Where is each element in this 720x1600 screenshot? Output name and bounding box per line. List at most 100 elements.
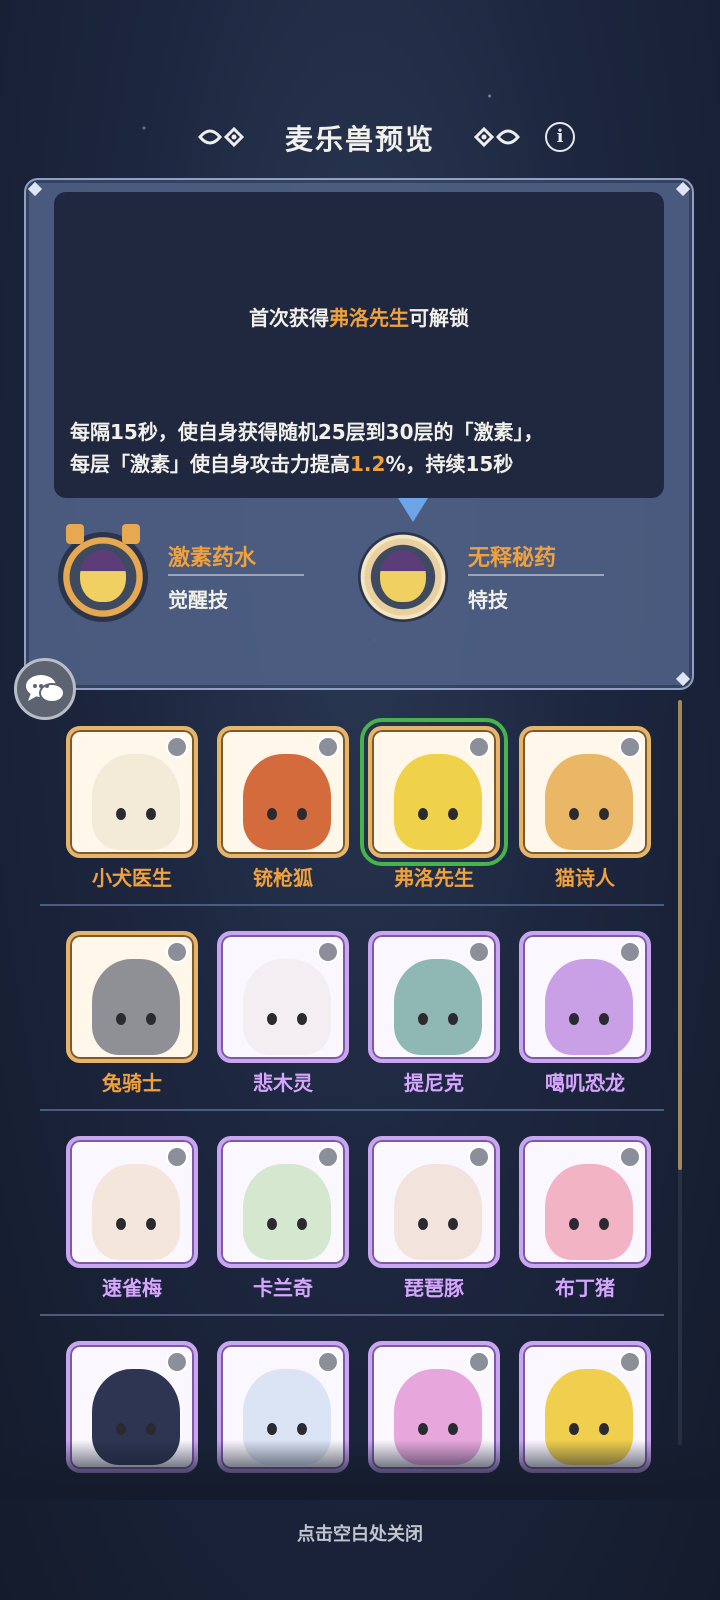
lock-icon xyxy=(619,736,641,758)
pal-name: 悲木灵 xyxy=(253,1071,313,1095)
pal-card[interactable]: 噶叽恐龙 xyxy=(519,931,651,1096)
special-skill-icon xyxy=(358,532,448,622)
pal-eye xyxy=(297,808,307,820)
pal-portrait xyxy=(519,1136,651,1268)
lock-icon xyxy=(619,1351,641,1373)
description-text: %，持续15秒 xyxy=(385,452,514,476)
row-divider xyxy=(40,1109,664,1111)
pal-row xyxy=(40,1333,664,1538)
pal-image xyxy=(394,754,482,850)
pal-image xyxy=(243,754,331,850)
pal-portrait xyxy=(519,726,651,858)
pal-name: 布丁猪 xyxy=(555,1276,615,1300)
pal-name: 弗洛先生 xyxy=(394,866,474,890)
pal-image xyxy=(92,959,180,1055)
lock-icon xyxy=(468,1351,490,1373)
pal-eye xyxy=(418,1423,428,1435)
pal-card[interactable]: 布丁猪 xyxy=(519,1136,651,1301)
lock-icon xyxy=(468,941,490,963)
pal-portrait xyxy=(217,931,349,1063)
pal-eye xyxy=(297,1423,307,1435)
skill-awakening[interactable]: 激素药水 觉醒技 xyxy=(58,524,318,632)
lock-icon xyxy=(317,1146,339,1168)
lock-icon xyxy=(468,1146,490,1168)
pal-portrait xyxy=(217,726,349,858)
lock-icon xyxy=(317,941,339,963)
divider xyxy=(468,574,604,576)
pal-card[interactable]: 卡兰奇 xyxy=(217,1136,349,1301)
pal-name: 噶叽恐龙 xyxy=(545,1071,625,1095)
pal-portrait xyxy=(368,1136,500,1268)
skill-type: 觉醒技 xyxy=(168,588,228,612)
pal-eye xyxy=(569,1013,579,1025)
lock-icon xyxy=(317,1351,339,1373)
pal-portrait xyxy=(66,1136,198,1268)
pal-eye xyxy=(599,808,609,820)
unlock-suffix: 可解锁 xyxy=(409,306,469,330)
icon-ear xyxy=(122,524,140,544)
pal-portrait xyxy=(368,931,500,1063)
pal-eye xyxy=(116,808,126,820)
description-text: 每层「激素」使自身攻击力提高 xyxy=(70,452,350,476)
pal-row: 兔骑士 悲木灵 提尼克 噶叽恐龙 xyxy=(40,923,664,1128)
lock-icon xyxy=(619,1146,641,1168)
lock-icon xyxy=(166,1351,188,1373)
pal-card[interactable]: 琵琶豚 xyxy=(368,1136,500,1301)
pal-card[interactable]: 提尼克 xyxy=(368,931,500,1096)
pal-name: 提尼克 xyxy=(404,1071,464,1095)
pal-card[interactable]: 悲木灵 xyxy=(217,931,349,1096)
description-line-2: 每层「激素」使自身攻击力提高1.2%，持续15秒 xyxy=(70,448,544,480)
lock-icon xyxy=(317,736,339,758)
pal-eye xyxy=(569,808,579,820)
pal-eye xyxy=(146,1218,156,1230)
pal-portrait-icon xyxy=(80,550,126,602)
pal-eye xyxy=(448,1013,458,1025)
scrollbar-thumb[interactable] xyxy=(678,700,682,1170)
selection-pointer-icon xyxy=(398,498,428,522)
pal-eye xyxy=(297,1013,307,1025)
info-icon[interactable]: i xyxy=(545,122,575,152)
skill-type: 特技 xyxy=(468,588,508,612)
pal-portrait xyxy=(217,1136,349,1268)
pal-portrait xyxy=(519,931,651,1063)
lock-icon xyxy=(166,941,188,963)
unlock-prefix: 首次获得 xyxy=(249,306,329,330)
pal-row: 小犬医生 铳枪狐 弗洛先生 猫诗人 xyxy=(40,718,664,923)
pal-card[interactable]: 小犬医生 xyxy=(66,726,198,891)
page-title: 麦乐兽预览 xyxy=(284,123,435,156)
pal-eye xyxy=(418,1013,428,1025)
description-value: 1.2 xyxy=(350,452,386,476)
unlock-pal-name: 弗洛先生 xyxy=(329,306,409,330)
skill-special[interactable]: 无释秘药 特技 xyxy=(358,532,618,632)
pal-image xyxy=(243,959,331,1055)
right-ornament-icon xyxy=(473,126,520,148)
bottom-fade xyxy=(0,1440,720,1500)
pal-card[interactable]: 铳枪狐 xyxy=(217,726,349,891)
pal-image xyxy=(394,1164,482,1260)
row-divider xyxy=(40,904,664,906)
pal-eye xyxy=(599,1218,609,1230)
pal-eye xyxy=(599,1423,609,1435)
pal-eye xyxy=(448,1218,458,1230)
divider xyxy=(168,574,304,576)
chat-bubble-button[interactable] xyxy=(14,658,76,720)
chat-icon xyxy=(26,675,65,703)
pal-portrait xyxy=(360,718,508,866)
close-hint[interactable]: 点击空白处关闭 xyxy=(0,1520,720,1546)
pal-card[interactable]: 弗洛先生 xyxy=(360,718,508,891)
pal-card[interactable]: 猫诗人 xyxy=(519,726,651,891)
pal-name: 卡兰奇 xyxy=(253,1276,313,1300)
lock-icon xyxy=(619,941,641,963)
pal-eye xyxy=(146,1013,156,1025)
pal-card[interactable]: 兔骑士 xyxy=(66,931,198,1096)
pal-name: 速雀梅 xyxy=(102,1276,162,1300)
corner-ornament-icon xyxy=(27,181,43,197)
pal-name: 铳枪狐 xyxy=(253,866,313,890)
icon-ear xyxy=(66,524,84,544)
pal-image xyxy=(92,754,180,850)
pal-eye xyxy=(569,1423,579,1435)
skill-name: 激素药水 xyxy=(168,546,257,571)
pal-card[interactable]: 速雀梅 xyxy=(66,1136,198,1301)
pal-eye xyxy=(267,808,277,820)
pal-eye xyxy=(418,1218,428,1230)
